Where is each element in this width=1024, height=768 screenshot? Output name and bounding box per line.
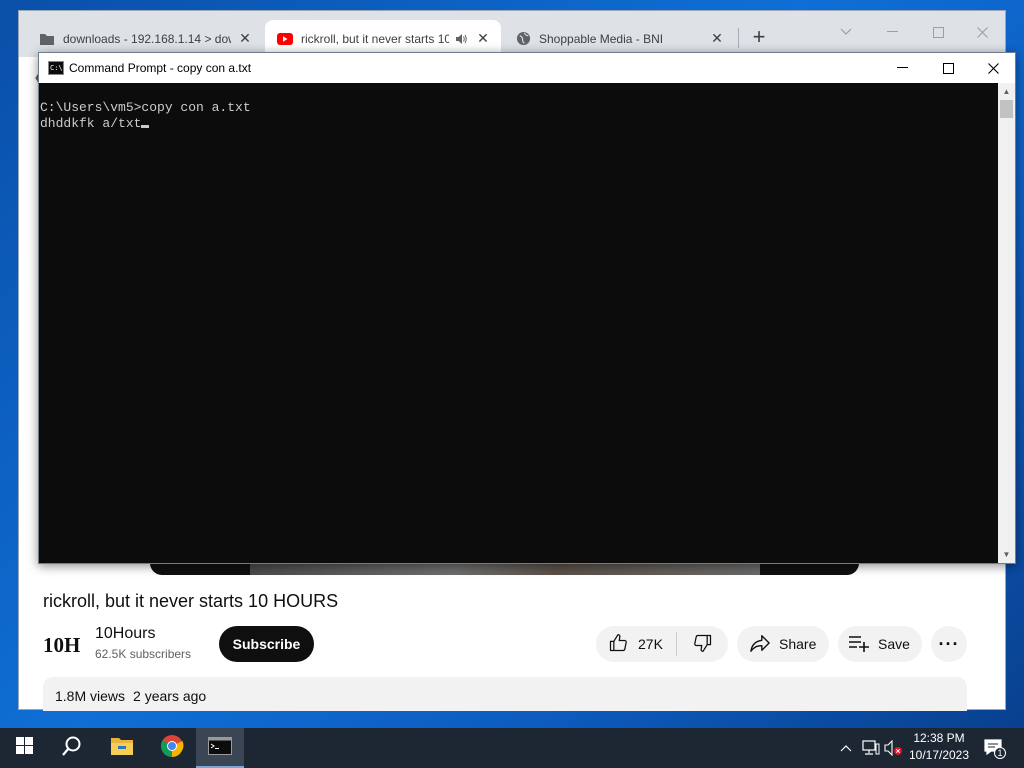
- clock-date: 10/17/2023: [908, 748, 970, 762]
- share-label: Share: [779, 636, 817, 652]
- system-clock[interactable]: 12:38 PM 10/17/2023: [902, 730, 976, 766]
- taskbar: 12:38 PM 10/17/2023 1: [0, 728, 1024, 768]
- show-hidden-icons-button[interactable]: [836, 728, 856, 768]
- scroll-down-arrow-icon[interactable]: ▼: [998, 546, 1015, 563]
- cmd-window-title: Command Prompt - copy con a.txt: [69, 61, 252, 75]
- view-count: 1.8M views: [55, 688, 126, 704]
- command-prompt-icon: C:\: [48, 61, 64, 75]
- speaker-icon[interactable]: [453, 33, 469, 45]
- scroll-up-arrow-icon[interactable]: ▲: [998, 83, 1015, 100]
- dislike-button[interactable]: [677, 626, 728, 662]
- youtube-icon: [277, 31, 293, 47]
- maximize-button[interactable]: [915, 17, 961, 47]
- clock-time: 12:38 PM: [913, 731, 965, 745]
- minimize-button[interactable]: [869, 17, 915, 47]
- tab-separator: [738, 28, 739, 48]
- channel-name[interactable]: 10Hours: [95, 625, 155, 643]
- channel-avatar[interactable]: 10H: [43, 629, 83, 661]
- share-button[interactable]: Share: [737, 626, 829, 662]
- close-window-button[interactable]: [959, 17, 1005, 47]
- terminal-output[interactable]: C:\Users\vm5>copy con a.txt dhddkfk a/txt: [39, 83, 999, 563]
- tab-strip: downloads - 192.168.1.14 > dow ✕ rickrol…: [19, 11, 1005, 57]
- add-to-playlist-icon: [848, 634, 870, 655]
- like-dislike-group: 27K: [596, 626, 728, 662]
- tab-search-button[interactable]: [823, 17, 869, 47]
- like-count: 27K: [638, 636, 663, 652]
- globe-icon: [515, 31, 531, 47]
- text-cursor: [141, 125, 150, 128]
- notification-icon: 1: [984, 739, 1006, 759]
- command-prompt-window[interactable]: C:\ Command Prompt - copy con a.txt C:\U…: [38, 52, 1016, 564]
- search-button[interactable]: [48, 728, 96, 768]
- video-meta: 1.8M views 2 years ago: [55, 688, 206, 704]
- close-icon[interactable]: ✕: [237, 30, 253, 47]
- tab-title: downloads - 192.168.1.14 > dow: [63, 31, 231, 46]
- more-actions-button[interactable]: ···: [931, 626, 967, 662]
- description-box[interactable]: 1.8M views 2 years ago: [43, 677, 967, 711]
- video-title: rickroll, but it never starts 10 HOURS: [43, 591, 339, 611]
- like-button[interactable]: 27K: [596, 626, 676, 662]
- chrome-icon: [160, 734, 184, 763]
- search-icon: [61, 735, 83, 762]
- network-icon[interactable]: [860, 728, 882, 768]
- thumbs-up-icon: [608, 633, 628, 656]
- terminal-input-line: dhddkfk a/txt: [40, 116, 999, 132]
- folder-icon: [39, 31, 55, 47]
- vertical-scrollbar[interactable]: ▲ ▼: [998, 83, 1015, 563]
- volume-muted-icon[interactable]: [884, 728, 904, 768]
- upload-age: 2 years ago: [133, 688, 207, 704]
- scroll-thumb[interactable]: [1000, 100, 1013, 118]
- start-button[interactable]: [0, 728, 48, 768]
- subscribe-button[interactable]: Subscribe: [219, 626, 314, 662]
- tab-title: Shoppable Media - BNI: [539, 31, 664, 46]
- share-icon: [749, 633, 771, 656]
- cmd-title-bar[interactable]: C:\ Command Prompt - copy con a.txt: [39, 53, 1015, 83]
- file-explorer-icon: [110, 736, 134, 761]
- file-explorer-button[interactable]: [98, 728, 146, 768]
- windows-logo-icon: [15, 737, 33, 759]
- command-prompt-taskbar-button[interactable]: [196, 728, 244, 768]
- terminal-line: dhddkfk a/txt: [40, 116, 142, 131]
- command-prompt-icon: [208, 736, 232, 760]
- minimize-button[interactable]: [879, 53, 925, 83]
- action-center-button[interactable]: 1: [980, 728, 1008, 768]
- close-icon[interactable]: ✕: [475, 30, 491, 47]
- terminal-line: C:\Users\vm5>copy con a.txt: [40, 100, 251, 115]
- new-tab-button[interactable]: +: [747, 24, 771, 49]
- save-label: Save: [878, 636, 910, 652]
- thumbs-down-icon: [693, 633, 713, 656]
- close-icon[interactable]: ✕: [709, 30, 725, 47]
- close-window-button[interactable]: [970, 53, 1016, 83]
- subscriber-count: 62.5K subscribers: [95, 647, 192, 661]
- save-button[interactable]: Save: [838, 626, 922, 662]
- chrome-button[interactable]: [148, 728, 196, 768]
- notification-count-badge: 1: [994, 747, 1006, 759]
- maximize-button[interactable]: [925, 53, 971, 83]
- tab-title: rickroll, but it never starts 10: [301, 31, 449, 46]
